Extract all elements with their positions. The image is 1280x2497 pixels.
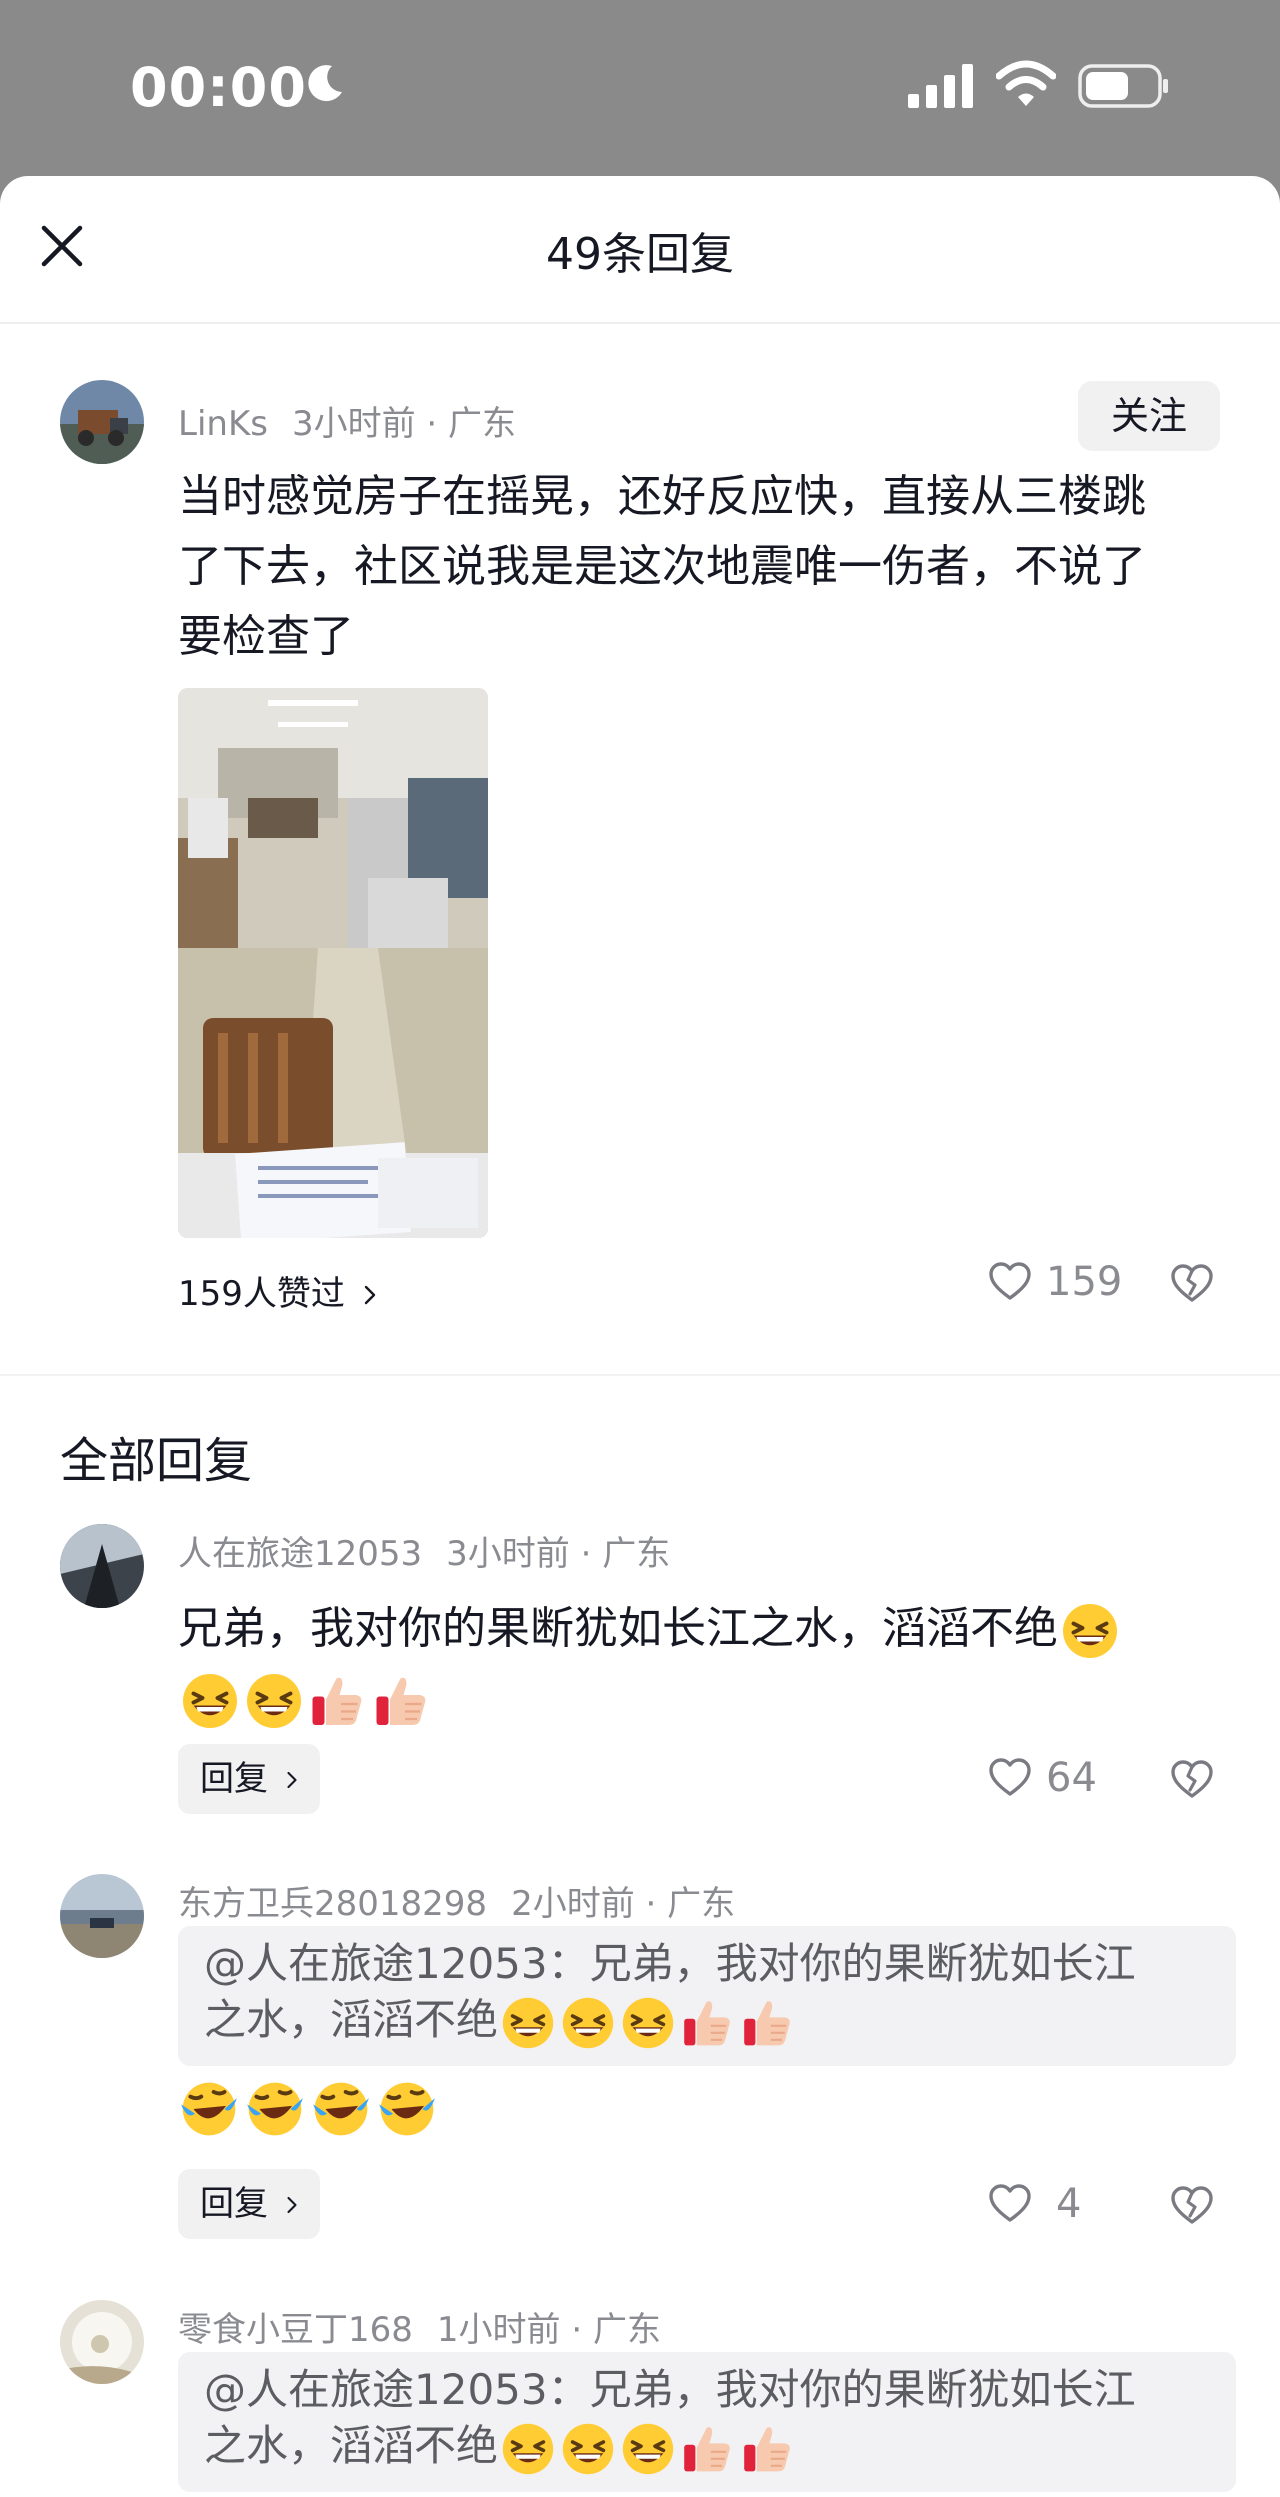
quoted-text-body: 之水，滔滔不绝 — [204, 1995, 499, 2044]
cellular-signal-icon — [908, 64, 973, 108]
broken-heart-icon[interactable] — [1168, 2182, 1216, 2230]
username[interactable]: 人在旅途12053 — [178, 1534, 422, 1574]
comment-text: 当时感觉房子在摇晃，还好反应快，直接从三楼跳 了下去，社区说我是是这次地震唯一伤… — [178, 462, 1238, 672]
comment-time: 1小时前 — [436, 2310, 561, 2350]
avatar[interactable] — [60, 2300, 144, 2384]
quoted-text-body: 之水，滔滔不绝 — [204, 2421, 499, 2470]
grinning-squint-emoji — [1060, 1601, 1120, 1661]
thumbs-up-emoji — [372, 1671, 432, 1731]
chevron-right-icon — [285, 1768, 299, 1792]
grinning-squint-emoji — [500, 1995, 556, 2051]
sheet-header: 49条回复 — [0, 176, 1280, 324]
broken-heart-icon[interactable] — [1168, 1260, 1216, 1308]
reply-label: 回复 — [200, 1759, 268, 1799]
comment-sheet: 49条回复 LinKs 3小时前 · 广东 关注 当时感觉房子在摇晃，还好反应快，… — [0, 176, 1280, 2497]
avatar[interactable] — [60, 1524, 144, 1608]
comment-location: 广东 — [592, 2310, 661, 2350]
quoted-text: @人在旅途12053：兄弟，我对你的果断犹如长江 之水，滔滔不绝 — [204, 2362, 1216, 2477]
likers-text: 159人赞过 — [178, 1274, 345, 1314]
comment-photo[interactable] — [178, 688, 488, 1238]
username[interactable]: LinKs — [178, 404, 268, 444]
comment-text-body: 兄弟，我对你的果断犹如长江之水，滔滔不绝 — [178, 1603, 1058, 1654]
chevron-right-icon — [285, 2193, 299, 2217]
chevron-right-icon — [362, 1282, 378, 1308]
comment-text-line: 当时感觉房子在摇晃，还好反应快，直接从三楼跳 — [178, 471, 1146, 522]
sheet-title: 49条回复 — [546, 229, 734, 280]
like-button[interactable]: 64 — [986, 1754, 1097, 1802]
thumbs-up-emoji — [740, 2421, 796, 2477]
grinning-squint-emoji — [620, 2421, 676, 2477]
username[interactable]: 零食小豆丁168 — [178, 2310, 413, 2350]
grinning-squint-emoji — [180, 1671, 240, 1731]
thumbs-up-emoji — [680, 1995, 736, 2051]
like-button[interactable]: 159 — [986, 1258, 1122, 1306]
quoted-text-line: @人在旅途12053：兄弟，我对你的果断犹如长江 — [204, 1939, 1136, 1988]
quoted-text-line: 之水，滔滔不绝 — [204, 2418, 1216, 2477]
grinning-squint-emoji — [500, 2421, 556, 2477]
comment-time: 2小时前 — [511, 1884, 635, 1924]
rolling-laughing-emoji — [244, 2078, 306, 2140]
comment-location: 广东 — [667, 1884, 736, 1924]
quoted-comment[interactable]: @人在旅途12053：兄弟，我对你的果断犹如长江 之水，滔滔不绝 — [178, 1926, 1236, 2066]
comment-time: 3小时前 — [446, 1534, 570, 1574]
follow-button[interactable]: 关注 — [1078, 381, 1220, 451]
comment-meta: 东方卫兵28018298 2小时前 · 广东 — [178, 1884, 736, 1924]
comment-meta: LinKs 3小时前 · 广东 — [178, 404, 517, 444]
grinning-squint-emoji — [620, 1995, 676, 2051]
thumbs-up-emoji — [308, 1671, 368, 1731]
comment-meta: 零食小豆丁168 1小时前 · 广东 — [178, 2310, 661, 2350]
reply-button[interactable]: 回复 — [178, 2169, 320, 2239]
heart-icon — [986, 1754, 1034, 1802]
like-count: 64 — [1046, 1755, 1097, 1801]
comment-location: 广东 — [602, 1534, 671, 1574]
quoted-text-line: @人在旅途12053：兄弟，我对你的果断犹如长江 — [204, 2365, 1136, 2414]
thumbs-up-emoji — [740, 1995, 796, 2051]
thumbs-up-emoji — [680, 2421, 736, 2477]
moon-icon — [308, 65, 342, 102]
wifi-icon — [996, 60, 1056, 106]
comment-location: 广东 — [448, 404, 517, 444]
like-count: 4 — [1056, 2181, 1082, 2227]
rolling-laughing-emoji — [178, 2078, 240, 2140]
quoted-text: @人在旅途12053：兄弟，我对你的果断犹如长江 之水，滔滔不绝 — [204, 1936, 1216, 2051]
comment-text-line: 了下去，社区说我是是这次地震唯一伤者，不说了 — [178, 541, 1146, 592]
grinning-squint-emoji — [244, 1671, 304, 1731]
battery-icon — [1078, 64, 1168, 108]
heart-icon — [986, 1258, 1034, 1306]
broken-heart-icon[interactable] — [1168, 1756, 1216, 1804]
heart-icon — [986, 2180, 1034, 2228]
comment-time: 3小时前 — [291, 404, 416, 444]
likers-link[interactable]: 159人赞过 — [178, 1266, 378, 1315]
comment-text: 兄弟，我对你的果断犹如长江之水，滔滔不绝 — [178, 1594, 1258, 1734]
grinning-squint-emoji — [560, 2421, 616, 2477]
divider — [0, 1374, 1280, 1376]
username[interactable]: 东方卫兵28018298 — [178, 1884, 487, 1924]
rolling-laughing-emoji — [310, 2078, 372, 2140]
reply-button[interactable]: 回复 — [178, 1744, 320, 1814]
like-button[interactable]: 4 — [986, 2180, 1081, 2228]
like-count: 159 — [1046, 1259, 1123, 1305]
section-title: 全部回复 — [60, 1433, 253, 1489]
reply-label: 回复 — [200, 2184, 268, 2224]
avatar[interactable] — [60, 380, 144, 464]
quoted-comment[interactable]: @人在旅途12053：兄弟，我对你的果断犹如长江 之水，滔滔不绝 — [178, 2352, 1236, 2492]
comment-text-line: 要检查了 — [178, 611, 354, 662]
quoted-text-line: 之水，滔滔不绝 — [204, 1992, 1216, 2051]
comment-meta: 人在旅途12053 3小时前 · 广东 — [178, 1534, 671, 1574]
rolling-laughing-emoji — [376, 2078, 438, 2140]
avatar[interactable] — [60, 1874, 144, 1958]
reply-emoji-row — [176, 2078, 440, 2140]
grinning-squint-emoji — [560, 1995, 616, 2051]
status-time: 00:00 — [130, 56, 307, 119]
status-bar: 00:00 — [0, 0, 1280, 176]
